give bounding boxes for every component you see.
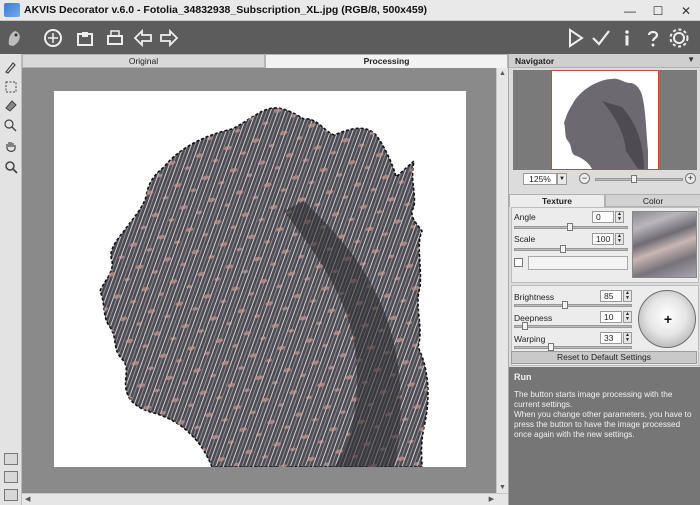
scroll-left-icon[interactable]: ◀ [25,495,30,503]
view-split-button[interactable] [4,471,18,483]
deepness-slider-thumb[interactable] [522,322,528,330]
maximize-button[interactable]: ☐ [644,0,672,21]
brightness-slider-thumb[interactable] [562,301,568,309]
scale-stepper[interactable]: ▲ ▼ [615,233,624,245]
zoom-dropdown-icon[interactable]: ▼ [557,173,567,185]
tab-color[interactable]: Color [605,194,700,207]
eraser-icon[interactable] [2,96,19,113]
deepness-stepper[interactable]: ▲ ▼ [623,311,632,323]
settings-icon[interactable] [666,25,692,51]
warping-field[interactable]: 33 [600,332,622,344]
app-window: AKVIS Decorator v.6.0 - Fotolia_34832938… [0,0,700,505]
settings-panel: Navigator ▼ 125% ▼ − + Texture Color Ang… [508,54,700,505]
help-panel: Run The button starts image processing w… [509,367,700,505]
zoom-icon[interactable] [2,158,19,175]
minimize-button[interactable]: — [616,0,644,21]
tab-original[interactable]: Original [22,54,265,68]
texture-path-field[interactable] [528,256,628,270]
brightness-stepper[interactable]: ▲ ▼ [623,290,632,302]
help-text-1: The button starts image processing with … [514,390,673,409]
print-icon[interactable] [102,25,128,51]
light-direction-dial[interactable]: + [638,290,696,348]
scale-slider[interactable] [514,248,628,251]
zoom-slider[interactable] [595,178,683,181]
navigator-view[interactable] [513,70,697,170]
title-bar: AKVIS Decorator v.6.0 - Fotolia_34832938… [0,0,700,21]
warping-stepper[interactable]: ▲ ▼ [623,332,632,344]
undo-icon[interactable] [130,25,156,51]
tab-processing[interactable]: Processing [265,54,508,68]
image-canvas[interactable] [54,91,466,468]
brush-icon[interactable] [2,58,19,75]
dial-center-icon: + [663,311,673,327]
deepness-slider[interactable] [514,325,632,328]
run-icon[interactable] [562,25,588,51]
vertical-scrollbar[interactable]: ▲ ▼ [496,68,508,493]
processed-image [99,107,429,468]
navigator-title: Navigator [515,56,555,66]
window-controls: — ☐ ✕ [616,0,700,21]
help-title: Run [514,372,532,382]
redo-icon[interactable] [156,25,182,51]
scale-slider-thumb[interactable] [560,245,566,253]
zoom-level[interactable]: 125% [523,173,557,185]
custom-texture-checkbox[interactable] [514,258,523,267]
magic-icon[interactable] [2,116,19,133]
brightness-slider[interactable] [514,304,632,307]
horizontal-scrollbar[interactable]: ◀ ▶ [22,493,508,505]
zoom-out-icon[interactable]: − [579,173,590,184]
open-icon[interactable] [40,25,66,51]
brightness-field[interactable]: 85 [600,290,622,302]
navigator-thumbnail [551,70,659,170]
scroll-down-icon[interactable]: ▼ [499,484,506,491]
angle-slider-thumb[interactable] [567,223,573,231]
hand-icon[interactable] [2,138,19,155]
warping-label: Warping [514,334,546,344]
app-icon [4,3,20,17]
angle-stepper[interactable]: ▲ ▼ [615,211,624,223]
help-icon[interactable] [640,25,666,51]
deepness-label: Deepness [514,313,553,323]
tools-panel [0,54,22,505]
texture-settings: Angle 0 ▲ ▼ Scale 100 ▲ ▼ [511,207,699,283]
zoom-row: 125% ▼ − + [509,172,700,186]
info-icon[interactable] [614,25,640,51]
zoom-slider-thumb[interactable] [631,175,637,183]
canvas-area [22,68,496,493]
chevron-down-icon[interactable]: ▼ [687,55,695,64]
brightness-label: Brightness [514,292,555,302]
window-title: AKVIS Decorator v.6.0 - Fotolia_34832938… [24,4,428,16]
warping-slider-thumb[interactable] [548,343,554,351]
tab-texture[interactable]: Texture [509,194,605,207]
main-toolbar [0,21,700,54]
scroll-right-icon[interactable]: ▶ [489,495,494,503]
warping-slider[interactable] [514,346,632,349]
navigator-header: Navigator ▼ [509,54,700,68]
deepness-field[interactable]: 10 [600,311,622,323]
scale-field[interactable]: 100 [592,233,614,245]
zoom-in-icon[interactable]: + [685,173,696,184]
scale-label: Scale [514,234,536,244]
view-single-button[interactable] [4,453,18,465]
scroll-up-icon[interactable]: ▲ [499,70,506,77]
close-button[interactable]: ✕ [672,0,700,21]
view-compare-button[interactable] [4,489,18,501]
view-tabs: Original Processing [22,54,508,68]
app-logo-icon [2,25,28,51]
apply-icon[interactable] [588,25,614,51]
reset-button[interactable]: Reset to Default Settings [511,351,697,364]
angle-label: Angle [514,212,536,222]
help-text-2: When you change other parameters, you ha… [514,410,692,439]
rect-select-icon[interactable] [2,78,19,95]
parameter-tabs: Texture Color [509,194,700,207]
save-icon[interactable] [72,25,98,51]
angle-field[interactable]: 0 [592,211,614,223]
texture-preview[interactable] [632,211,697,278]
